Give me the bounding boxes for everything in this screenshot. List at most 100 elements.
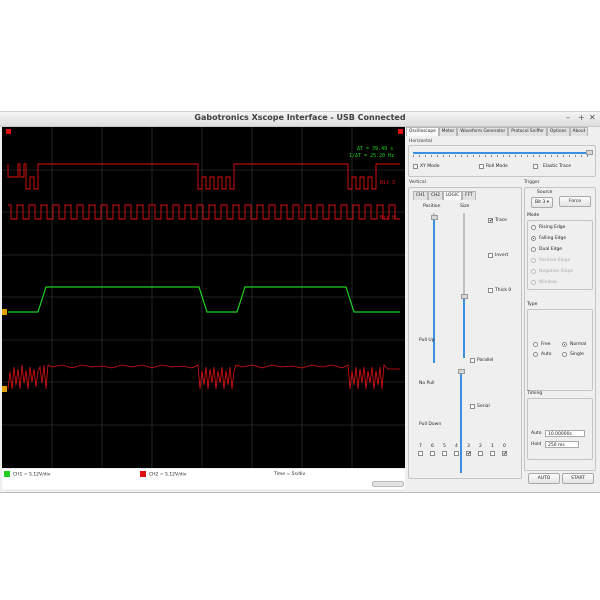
scope-display[interactable]: ΔT = 39.49 s 1/ΔT = 25.20 Hz Bit 3 Bit 0 — [2, 127, 405, 468]
type-group: Free Normal Auto Single — [527, 309, 593, 391]
maximize-icon[interactable]: + — [578, 113, 585, 122]
tab-meter[interactable]: Meter — [438, 127, 458, 136]
horizontal-scrollbar[interactable] — [372, 481, 404, 487]
main-tabs: Oscilloscope Meter Waveform Generator Proto… — [406, 127, 589, 136]
bit-7-checkbox[interactable] — [418, 451, 423, 456]
serial-label: Serial — [477, 404, 490, 409]
bit-2-checkbox[interactable] — [478, 451, 483, 456]
delta-t-readout: ΔT = 39.49 s — [357, 146, 394, 152]
title-bar: Gabotronics Xscope Interface - USB Conne… — [0, 112, 600, 127]
hold-field[interactable]: 250 ms — [545, 441, 579, 448]
pull-down-label: Pull Down — [419, 422, 442, 427]
parallel-checkbox[interactable] — [470, 358, 475, 363]
invert-label: Invert — [495, 253, 509, 258]
time-slider-handle[interactable] — [586, 150, 593, 155]
bit-4-label: 4 — [455, 444, 458, 449]
auto-button[interactable]: AUTO — [528, 473, 560, 484]
invert-checkbox[interactable] — [488, 253, 493, 258]
pull-slider-handle[interactable] — [458, 369, 465, 374]
normal-label: Normal — [570, 342, 587, 347]
auto-radio[interactable] — [533, 352, 538, 357]
bit-0-checkbox[interactable]: ✔ — [502, 451, 507, 457]
elastic-trace-label: Elastic Trace — [543, 164, 572, 169]
time-slider-ticks — [413, 155, 588, 157]
tab-protocol-sniffer[interactable]: Protocol Sniffer — [508, 127, 547, 136]
time-slider[interactable] — [413, 152, 588, 154]
status-bar: CH1 = 5.12V/div CH2 = 5.12V/div Time = 5… — [2, 469, 405, 489]
single-label: Single — [570, 352, 584, 357]
ch1-ground-marker — [2, 309, 7, 315]
trace-checkbox[interactable]: ✔ — [488, 218, 493, 224]
position-slider-handle[interactable] — [431, 215, 438, 220]
falling-edge-radio[interactable] — [531, 236, 536, 241]
roll-mode-checkbox[interactable] — [479, 164, 484, 169]
free-label: Free — [541, 342, 551, 347]
ch2-ground-marker — [2, 386, 7, 392]
close-icon[interactable]: ✕ — [589, 113, 596, 122]
bit3-label: Bit 3 — [380, 180, 396, 186]
window-title: Gabotronics Xscope Interface - USB Conne… — [194, 113, 406, 122]
rising-edge-radio[interactable] — [531, 225, 536, 230]
scope-grid — [2, 127, 405, 468]
bit3-trace — [7, 163, 400, 190]
tab-ch2[interactable]: CH2 — [427, 191, 443, 200]
trace-label: Trace — [495, 218, 507, 223]
tab-fft[interactable]: FFT — [462, 191, 476, 200]
tab-waveform-generator[interactable]: Waveform Generator — [457, 127, 509, 136]
window-radio[interactable] — [531, 280, 536, 285]
tab-ch1[interactable]: CH1 — [413, 191, 428, 200]
trigger-title: Trigger — [524, 180, 540, 185]
xy-mode-label: XY Mode — [420, 164, 440, 169]
size-slider-fill — [463, 298, 465, 358]
pull-slider[interactable] — [460, 373, 462, 473]
normal-radio[interactable] — [562, 342, 567, 347]
positive-slope-label: Positive Slope — [539, 258, 571, 263]
bit-6-checkbox[interactable] — [430, 451, 435, 456]
trigger-marker-right — [398, 129, 403, 134]
bit0-label: Bit 0 — [380, 215, 396, 221]
source-select[interactable]: Bit 3 ▾ — [531, 197, 553, 208]
vertical-group: CH1 CH2 LOGIC FFT Position Size ✔ Trace Inv… — [408, 187, 522, 479]
auto-type-label: Auto — [541, 352, 552, 357]
bit-6-label: 6 — [431, 444, 434, 449]
mode-label: Mode — [527, 213, 540, 218]
time-status: Time = 5s/div — [274, 472, 306, 477]
dual-edge-radio[interactable] — [531, 247, 536, 252]
tab-about[interactable]: About — [569, 127, 589, 136]
bit-3-checkbox[interactable]: ✔ — [466, 451, 471, 457]
serial-checkbox[interactable] — [470, 404, 475, 409]
bit-7-label: 7 — [419, 444, 422, 449]
single-radio[interactable] — [562, 352, 567, 357]
bit-5-label: 5 — [443, 444, 446, 449]
xy-mode-checkbox[interactable] — [413, 164, 418, 169]
roll-mode-label: Roll Mode — [486, 164, 508, 169]
freq-readout: 1/ΔT = 25.20 Hz — [349, 153, 395, 159]
force-button[interactable]: Force — [559, 196, 591, 207]
ch2-color-swatch — [140, 471, 146, 477]
hold-label: Hold — [531, 442, 542, 447]
window-label: Window — [539, 280, 557, 285]
bit-1-checkbox[interactable] — [490, 451, 495, 456]
thick0-checkbox[interactable] — [488, 288, 493, 293]
bit-5-checkbox[interactable] — [442, 451, 447, 456]
auto-timing-field[interactable]: 10.00000s — [545, 430, 585, 437]
start-button[interactable]: START — [562, 473, 594, 484]
tab-logic[interactable]: LOGIC — [442, 191, 463, 200]
elastic-trace-checkbox[interactable] — [533, 164, 538, 169]
size-slider-track[interactable] — [463, 213, 465, 298]
negative-slope-radio[interactable] — [531, 269, 536, 274]
horizontal-group: XY Mode Roll Mode Elastic Trace — [408, 145, 596, 177]
rising-edge-label: Rising Edge — [539, 225, 566, 230]
horizontal-title: Horizontal — [409, 139, 432, 144]
free-radio[interactable] — [533, 342, 538, 347]
positive-slope-radio[interactable] — [531, 258, 536, 263]
position-label: Position — [423, 204, 441, 209]
type-label: Type — [527, 302, 538, 307]
bit-3-label: 3 — [467, 444, 470, 449]
bit-4-checkbox[interactable] — [454, 451, 459, 456]
size-slider-handle[interactable] — [461, 294, 468, 299]
minimize-icon[interactable]: – — [566, 113, 570, 122]
tab-options[interactable]: Options — [546, 127, 570, 136]
bit-0-label: 0 — [503, 444, 506, 449]
tab-oscilloscope[interactable]: Oscilloscope — [406, 127, 439, 136]
